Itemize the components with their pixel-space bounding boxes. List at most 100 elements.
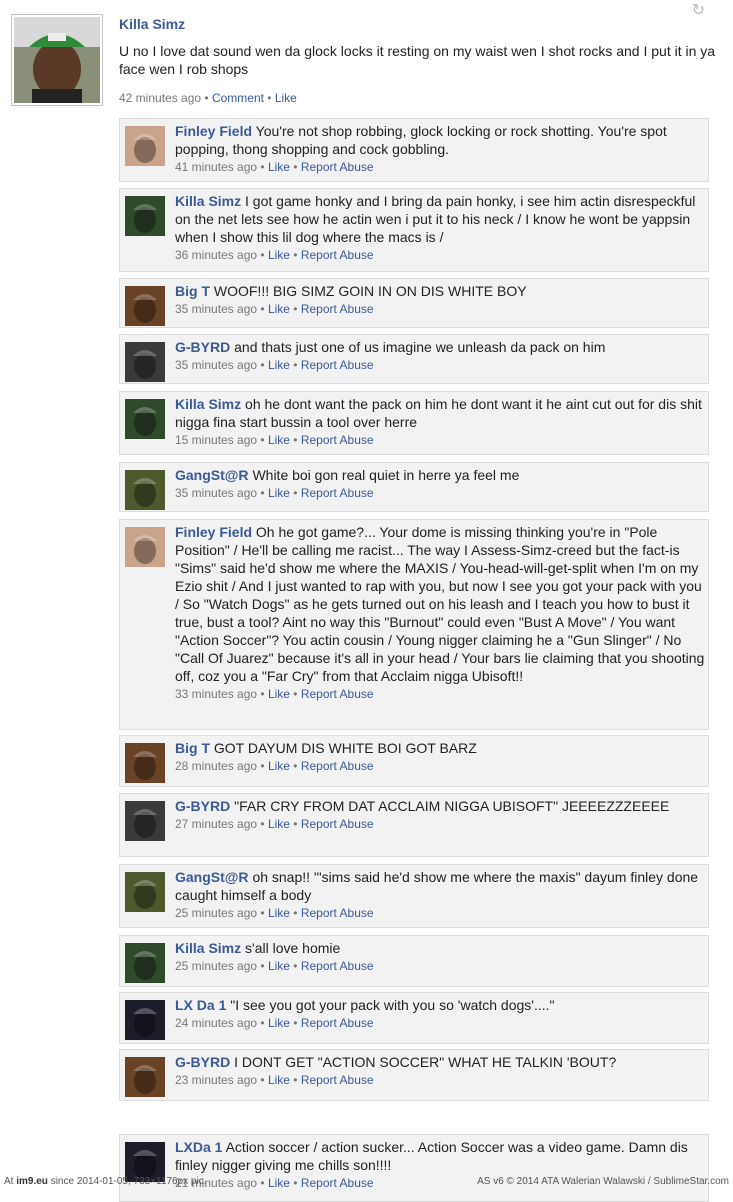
comment-meta: 25 minutes ago • Like • Report Abuse	[175, 906, 374, 920]
comment-author[interactable]: GangSt@R	[175, 869, 249, 885]
comment-item: Killa Simz I got game honky and I bring …	[119, 188, 709, 272]
comment-author[interactable]: GangSt@R	[175, 467, 249, 483]
report-abuse-link[interactable]: Report Abuse	[301, 1073, 374, 1087]
comment-body: G-BYRD "FAR CRY FROM DAT ACCLAIM NIGGA U…	[175, 797, 705, 832]
comment-text: Oh he got game?... Your dome is missing …	[175, 524, 705, 684]
avatar[interactable]	[125, 1057, 165, 1097]
like-link[interactable]: Like	[268, 1073, 290, 1087]
comment-body: Killa Simz s'all love homie 25 minutes ag…	[175, 939, 705, 974]
report-abuse-link[interactable]: Report Abuse	[301, 433, 374, 447]
comment-meta: 35 minutes ago • Like • Report Abuse	[175, 358, 374, 372]
comment-meta: 35 minutes ago • Like • Report Abuse	[175, 302, 374, 316]
avatar[interactable]	[125, 527, 165, 567]
comment-text: oh snap!! '"sims said he'd show me where…	[175, 869, 699, 903]
avatar[interactable]	[125, 470, 165, 510]
comment-item: GangSt@R oh snap!! '"sims said he'd show…	[119, 864, 709, 928]
comment-text: WOOF!!! BIG SIMZ GOIN IN ON DIS WHITE BO…	[213, 283, 527, 299]
comment-text: and thats just one of us imagine we unle…	[234, 339, 606, 355]
like-link[interactable]: Like	[268, 358, 290, 372]
comment-author[interactable]: Killa Simz	[175, 193, 241, 209]
like-link[interactable]: Like	[268, 759, 290, 773]
comment-body: Finley Field Oh he got game?... Your dom…	[175, 523, 705, 702]
comment-text: I DONT GET "ACTION SOCCER" WHAT HE TALKI…	[234, 1054, 617, 1070]
comment-time: 15 minutes ago	[175, 433, 258, 447]
comment-link[interactable]: Comment	[212, 91, 264, 105]
report-abuse-link[interactable]: Report Abuse	[301, 1016, 374, 1030]
comment-time: 41 minutes ago	[175, 160, 258, 174]
main-post: Killa Simz U no I love dat sound wen da …	[11, 14, 721, 114]
comment-text: s'all love homie	[245, 940, 341, 956]
avatar[interactable]	[125, 342, 165, 382]
comment-author[interactable]: LX Da 1	[175, 997, 226, 1013]
comment-author[interactable]: Big T	[175, 283, 210, 299]
comment-author[interactable]: G-BYRD	[175, 798, 230, 814]
report-abuse-link[interactable]: Report Abuse	[301, 959, 374, 973]
comment-item: G-BYRD "FAR CRY FROM DAT ACCLAIM NIGGA U…	[119, 793, 709, 857]
comment-author[interactable]: Big T	[175, 740, 210, 756]
report-abuse-link[interactable]: Report Abuse	[301, 906, 374, 920]
comment-meta: 36 minutes ago • Like • Report Abuse	[175, 248, 374, 262]
comment-author[interactable]: G-BYRD	[175, 339, 230, 355]
like-link[interactable]: Like	[268, 248, 290, 262]
comment-meta: 25 minutes ago • Like • Report Abuse	[175, 959, 374, 973]
comment-meta: 15 minutes ago • Like • Report Abuse	[175, 433, 374, 447]
comment-time: 35 minutes ago	[175, 358, 258, 372]
footer-credit: AS v6 © 2014 ATA Walerian Walawski / Sub…	[477, 1176, 729, 1187]
comment-author[interactable]: LXDa 1	[175, 1139, 222, 1155]
avatar[interactable]	[11, 14, 103, 106]
comment-time: 35 minutes ago	[175, 302, 258, 316]
avatar[interactable]	[125, 196, 165, 236]
report-abuse-link[interactable]: Report Abuse	[301, 358, 374, 372]
footer-left: At im9.eu since 2014-01-05, 733×1176px p…	[4, 1176, 207, 1187]
comment-body: LX Da 1 "I see you got your pack with yo…	[175, 996, 705, 1031]
comment-meta: 41 minutes ago • Like • Report Abuse	[175, 160, 374, 174]
comment-author[interactable]: Finley Field	[175, 524, 252, 540]
report-abuse-link[interactable]: Report Abuse	[301, 759, 374, 773]
comment-time: 23 minutes ago	[175, 1073, 258, 1087]
like-link[interactable]: Like	[268, 160, 290, 174]
comment-time: 24 minutes ago	[175, 1016, 258, 1030]
comment-text: I got game honky and I bring da pain hon…	[175, 193, 696, 245]
like-link[interactable]: Like	[268, 817, 290, 831]
avatar[interactable]	[125, 801, 165, 841]
like-link[interactable]: Like	[268, 433, 290, 447]
like-link[interactable]: Like	[268, 302, 290, 316]
comment-author[interactable]: Killa Simz	[175, 396, 241, 412]
like-link[interactable]: Like	[268, 687, 290, 701]
comment-meta: 28 minutes ago • Like • Report Abuse	[175, 759, 374, 773]
report-abuse-link[interactable]: Report Abuse	[301, 302, 374, 316]
report-abuse-link[interactable]: Report Abuse	[301, 486, 374, 500]
comment-body: Big T GOT DAYUM DIS WHITE BOI GOT BARZ 28…	[175, 739, 705, 774]
comment-meta: 35 minutes ago • Like • Report Abuse	[175, 486, 374, 500]
report-abuse-link[interactable]: Report Abuse	[301, 248, 374, 262]
site-name[interactable]: im9.eu	[16, 1176, 48, 1187]
avatar[interactable]	[125, 1000, 165, 1040]
avatar[interactable]	[125, 286, 165, 326]
comment-time: 28 minutes ago	[175, 759, 258, 773]
like-link[interactable]: Like	[268, 959, 290, 973]
comment-body: GangSt@R oh snap!! '"sims said he'd show…	[175, 868, 705, 921]
report-abuse-link[interactable]: Report Abuse	[301, 160, 374, 174]
comment-time: 33 minutes ago	[175, 687, 258, 701]
avatar[interactable]	[125, 126, 165, 166]
avatar[interactable]	[125, 743, 165, 783]
comment-item: Killa Simz oh he dont want the pack on h…	[119, 391, 709, 455]
like-link[interactable]: Like	[275, 91, 297, 105]
comment-item: G-BYRD and thats just one of us imagine …	[119, 334, 709, 384]
report-abuse-link[interactable]: Report Abuse	[301, 687, 374, 701]
post-author[interactable]: Killa Simz	[119, 16, 185, 32]
footer: At im9.eu since 2014-01-05, 733×1176px p…	[0, 1174, 733, 1188]
comment-author[interactable]: G-BYRD	[175, 1054, 230, 1070]
avatar[interactable]	[125, 399, 165, 439]
avatar[interactable]	[125, 943, 165, 983]
avatar[interactable]	[125, 872, 165, 912]
like-link[interactable]: Like	[268, 1016, 290, 1030]
comment-body: Killa Simz I got game honky and I bring …	[175, 192, 705, 263]
comment-author[interactable]: Finley Field	[175, 123, 252, 139]
comment-text: "I see you got your pack with you so 'wa…	[230, 997, 555, 1013]
like-link[interactable]: Like	[268, 486, 290, 500]
comment-item: GangSt@R White boi gon real quiet in her…	[119, 462, 709, 512]
report-abuse-link[interactable]: Report Abuse	[301, 817, 374, 831]
comment-author[interactable]: Killa Simz	[175, 940, 241, 956]
like-link[interactable]: Like	[268, 906, 290, 920]
